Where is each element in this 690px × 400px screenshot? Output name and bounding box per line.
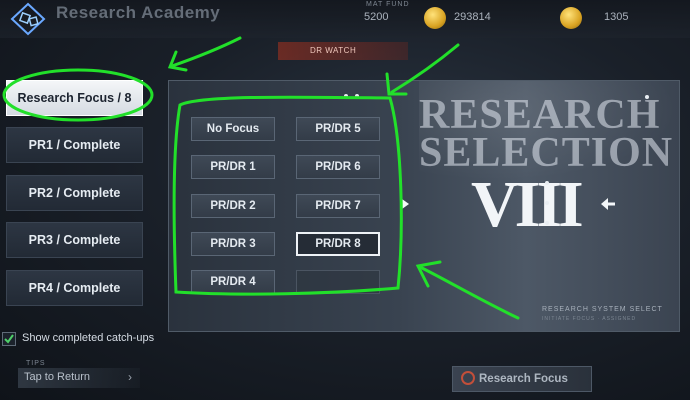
sidebar-item-pr4[interactable]: PR4 / Complete (6, 270, 143, 306)
token-icon (560, 7, 582, 29)
dot-icon (344, 94, 348, 98)
show-completed-label: Show completed catch-ups (22, 332, 155, 344)
resource-value: 293814 (454, 11, 491, 23)
arrow-right-icon (402, 199, 409, 209)
coin-icon (424, 7, 446, 29)
roman-numeral: VIII (471, 168, 584, 241)
research-focus-panel: No Focus PR/DR 1 PR/DR 2 PR/DR 3 PR/DR 4… (168, 80, 680, 332)
selection-caption: RESEARCH SYSTEM SELECT (542, 306, 663, 313)
focus-option-prdr5[interactable]: PR/DR 5 (296, 117, 380, 141)
diamond-logo-icon (10, 2, 46, 36)
research-focus-button[interactable]: Research Focus (452, 366, 592, 392)
sidebar-item-pr1[interactable]: PR1 / Complete (6, 127, 143, 163)
chevron-right-icon: › (128, 370, 132, 384)
resource-mat-fund[interactable]: MAT FUND 5200 (358, 0, 418, 38)
research-focus-button-label: Research Focus (479, 373, 568, 385)
resource-value: 1305 (604, 11, 629, 23)
page-title: Research Academy (56, 3, 221, 22)
focus-option-empty (296, 270, 380, 294)
focus-option-no-focus[interactable]: No Focus (191, 117, 275, 141)
focus-option-prdr4[interactable]: PR/DR 4 (191, 270, 275, 294)
dot-icon (545, 201, 549, 205)
back-button[interactable] (8, 2, 48, 36)
resource-value: 5200 (364, 11, 389, 23)
focus-option-prdr8[interactable]: PR/DR 8 (296, 232, 380, 256)
checkmark-icon[interactable] (2, 332, 16, 346)
arrow-left-icon (601, 198, 615, 210)
focus-option-prdr6[interactable]: PR/DR 6 (296, 155, 380, 179)
dot-icon (355, 94, 359, 98)
focus-option-prdr2[interactable]: PR/DR 2 (191, 194, 275, 218)
sidebar-item-research-focus[interactable]: Research Focus / 8 (6, 80, 143, 116)
top-bar: Research Academy MAT FUND 5200 293814 13… (0, 0, 690, 38)
annotation-arrow-line (170, 36, 242, 68)
dot-icon (545, 181, 549, 185)
resource-tokens[interactable]: 1305 (560, 0, 650, 38)
dot-icon (545, 221, 549, 225)
sidebar-item-pr3[interactable]: PR3 / Complete (6, 222, 143, 258)
watch-banner: DR WATCH (278, 42, 408, 60)
resource-coins[interactable]: 293814 (424, 0, 514, 38)
annotation-arrowhead (167, 50, 188, 72)
selection-subcaption: INITIATE FOCUS · ASSIGNED (542, 316, 637, 322)
return-label: Tap to Return (24, 371, 91, 383)
focus-option-prdr7[interactable]: PR/DR 7 (296, 194, 380, 218)
resource-label: MAT FUND (366, 1, 410, 8)
dot-icon (645, 95, 649, 99)
focus-option-prdr3[interactable]: PR/DR 3 (191, 232, 275, 256)
focus-option-prdr1[interactable]: PR/DR 1 (191, 155, 275, 179)
tap-to-return-button[interactable]: Tap to Return › (18, 368, 140, 388)
sidebar-item-pr2[interactable]: PR2 / Complete (6, 175, 143, 211)
close-circle-icon (461, 371, 475, 385)
tips-label: TIPS (26, 360, 46, 367)
